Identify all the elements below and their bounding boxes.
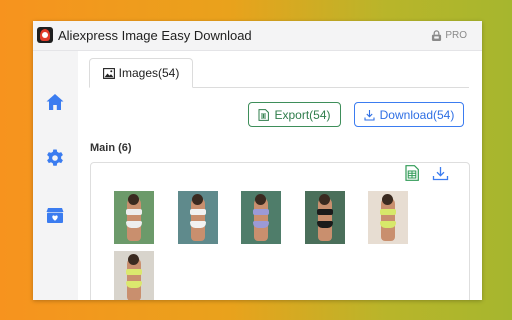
product-image-thumbnail[interactable] <box>304 191 345 244</box>
section-title: Main (6) <box>90 142 132 154</box>
spreadsheet-icon <box>258 108 270 121</box>
export-button[interactable]: Export(54) <box>248 102 341 127</box>
download-button[interactable]: Download(54) <box>354 102 464 127</box>
sidebar <box>33 51 78 300</box>
section-download-icon[interactable] <box>432 166 449 181</box>
sidebar-item-home[interactable] <box>44 91 66 113</box>
tab-images[interactable]: Images(54) <box>89 58 193 88</box>
app-title: Aliexpress Image Easy Download <box>58 28 252 43</box>
tab-bar: Images(54) <box>89 58 469 88</box>
sidebar-item-favorites[interactable] <box>44 204 66 226</box>
download-icon <box>364 109 375 121</box>
box-heart-icon <box>46 208 64 223</box>
pro-badge[interactable]: PRO <box>431 30 467 41</box>
home-icon <box>46 94 64 110</box>
lock-icon <box>432 30 442 41</box>
product-image-thumbnail[interactable] <box>177 191 218 244</box>
product-image-thumbnail[interactable] <box>114 251 154 300</box>
product-image-thumbnail[interactable] <box>114 191 154 244</box>
pro-label: PRO <box>445 30 467 41</box>
image-icon <box>102 67 115 79</box>
section-export-icon[interactable] <box>405 165 419 181</box>
sidebar-item-settings[interactable] <box>44 147 66 169</box>
title-bar: Aliexpress Image Easy Download PRO <box>33 21 482 51</box>
product-image-thumbnail[interactable] <box>241 191 281 244</box>
extension-window: Aliexpress Image Easy Download PRO Image… <box>33 21 482 300</box>
tab-images-label: Images(54) <box>118 66 180 80</box>
download-label: Download(54) <box>379 107 455 122</box>
gear-icon <box>47 149 63 166</box>
export-label: Export(54) <box>274 107 331 122</box>
app-logo-icon <box>37 27 53 43</box>
product-image-thumbnail[interactable] <box>368 191 408 244</box>
